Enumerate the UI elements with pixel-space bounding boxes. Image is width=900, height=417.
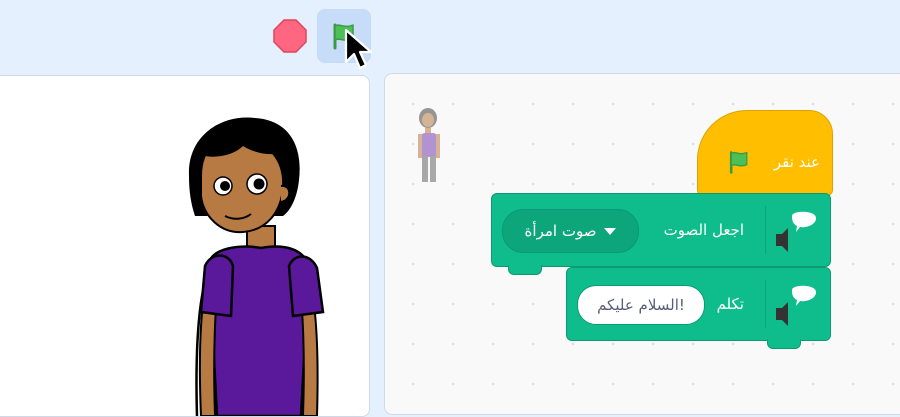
stage-canvas[interactable] [0,75,370,417]
voice-dropdown-value: صوت امرأة [524,222,597,240]
block-divider [765,280,766,328]
hat-block-label: عند نقر [773,153,820,171]
voice-dropdown[interactable]: صوت امرأة [502,209,639,253]
set-voice-label: اجعل الصوت [663,221,744,239]
block-notch [767,339,801,349]
green-flag-button[interactable] [317,9,371,63]
speak-block[interactable]: تكلم السلام عليكم! [566,267,831,349]
stop-button[interactable] [268,14,312,58]
sprite-thumbnail[interactable] [415,106,443,188]
speak-label: تكلم [716,295,744,313]
stop-sign-icon [273,19,307,53]
set-voice-block[interactable]: اجعل الصوت صوت امرأة [491,193,831,275]
dropdown-arrow-icon [604,227,617,235]
green-flag-icon [333,23,354,50]
sprite-girl[interactable] [171,116,351,416]
green-flag-icon [729,151,748,174]
text-to-speech-icon [776,285,816,326]
when-flag-clicked-block[interactable]: عند نقر [697,110,833,196]
block-notch [508,265,542,275]
stage-header [0,0,900,76]
speak-text-input[interactable]: السلام عليكم! [577,285,705,325]
text-to-speech-icon [776,211,816,252]
block-divider [765,206,766,254]
